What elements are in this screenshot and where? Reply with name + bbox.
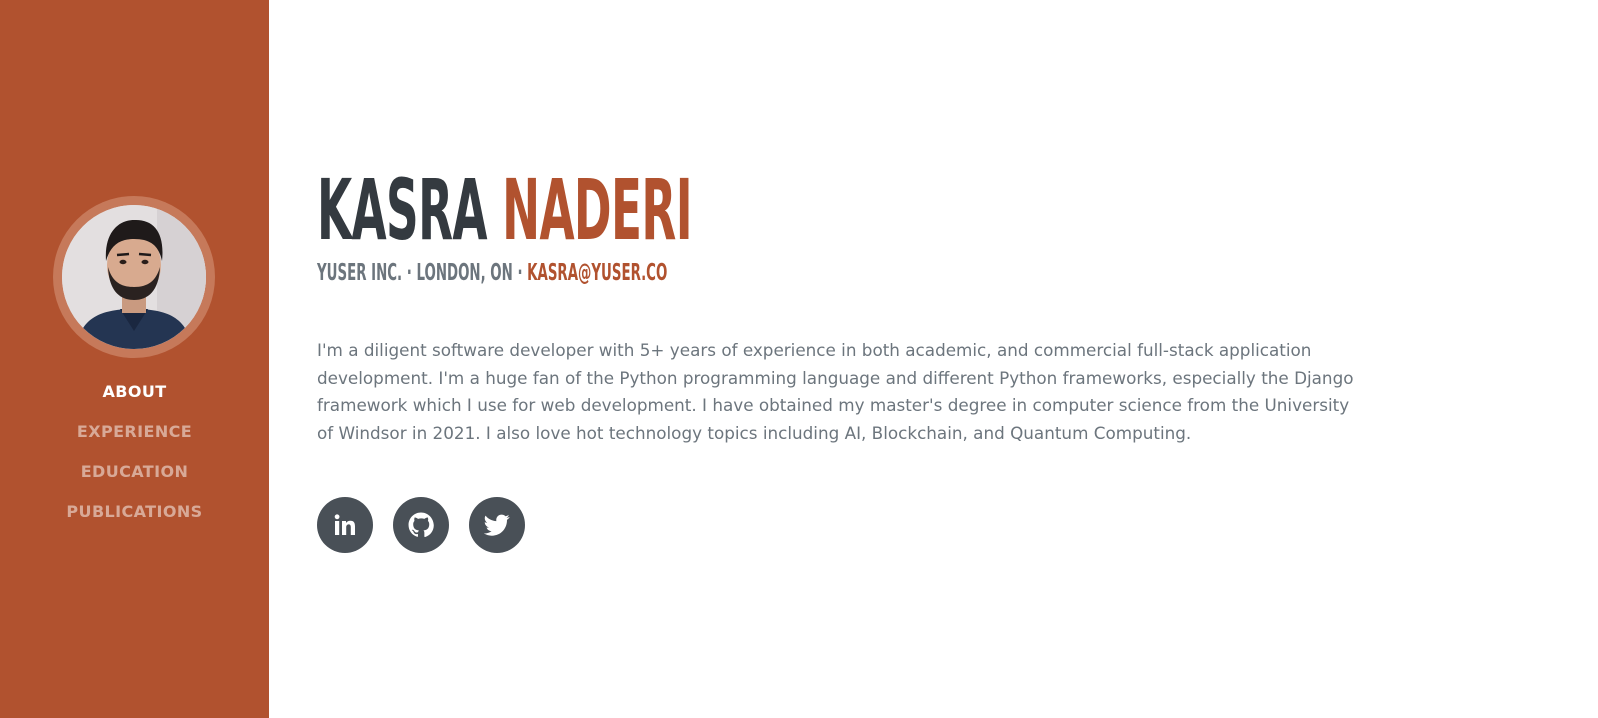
sidebar: ABOUT EXPERIENCE EDUCATION PUBLICATIONS bbox=[0, 0, 269, 718]
last-name: NADERI bbox=[502, 161, 692, 259]
github-icon bbox=[408, 512, 434, 538]
nav-item-publications[interactable]: PUBLICATIONS bbox=[0, 500, 269, 540]
avatar bbox=[62, 205, 206, 349]
twitter-icon bbox=[484, 514, 510, 536]
email-link[interactable]: KASRA@YUSER.CO bbox=[527, 260, 667, 286]
linkedin-icon bbox=[334, 514, 355, 535]
linkedin-button[interactable] bbox=[317, 497, 373, 553]
page-title: KASRA NADERI bbox=[317, 168, 693, 252]
separator: · bbox=[512, 260, 528, 286]
nav-item-education[interactable]: EDUCATION bbox=[0, 460, 269, 500]
first-name: KASRA bbox=[317, 161, 488, 259]
nav-item-about[interactable]: ABOUT bbox=[0, 380, 269, 420]
bio-text: I'm a diligent software developer with 5… bbox=[317, 340, 1354, 443]
company-name: YUSER INC. bbox=[317, 260, 403, 286]
subheading: YUSER INC. · LONDON, ON · KASRA@YUSER.CO bbox=[317, 259, 667, 287]
nav-item-experience[interactable]: EXPERIENCE bbox=[0, 420, 269, 460]
location: LONDON, ON bbox=[416, 260, 513, 286]
social-links bbox=[317, 497, 525, 553]
avatar-ring bbox=[53, 196, 215, 358]
github-button[interactable] bbox=[393, 497, 449, 553]
avatar-photo bbox=[62, 205, 206, 349]
sidebar-nav: ABOUT EXPERIENCE EDUCATION PUBLICATIONS bbox=[0, 380, 269, 540]
separator: · bbox=[402, 260, 417, 286]
twitter-button[interactable] bbox=[469, 497, 525, 553]
